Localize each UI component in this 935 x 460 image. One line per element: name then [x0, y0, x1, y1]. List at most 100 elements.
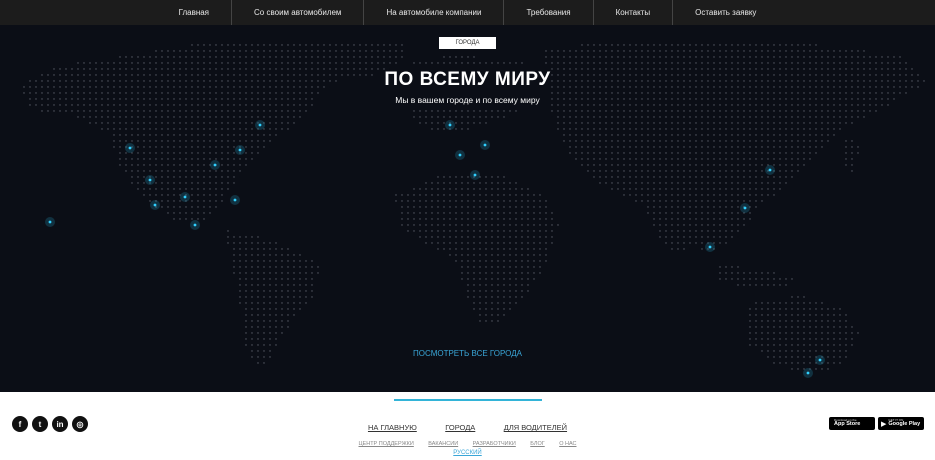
map-dot: [575, 116, 577, 118]
map-dot: [695, 236, 697, 238]
map-dot: [545, 254, 547, 256]
google-play-button[interactable]: ▶ GET IT ON Google Play: [878, 417, 924, 430]
nav-item-contacts[interactable]: Контакты: [594, 0, 674, 25]
app-store-button[interactable]: Download on the App Store: [829, 417, 875, 430]
map-dot: [773, 56, 775, 58]
map-dot: [887, 92, 889, 94]
map-dot: [245, 44, 247, 46]
footer-link-support[interactable]: ЦЕНТР ПОДДЕРЖКИ: [358, 441, 413, 447]
map-dot: [269, 140, 271, 142]
map-dot: [275, 290, 277, 292]
map-dot: [173, 164, 175, 166]
language-selector[interactable]: РУССКИЙ: [0, 450, 935, 456]
map-dot: [815, 332, 817, 334]
map-dot: [587, 122, 589, 124]
map-dot: [263, 242, 265, 244]
map-dot: [317, 92, 319, 94]
map-dot: [479, 206, 481, 208]
map-dot: [71, 92, 73, 94]
map-dot: [173, 50, 175, 52]
nav-item-apply[interactable]: Оставить заявку: [673, 0, 778, 25]
map-dot: [233, 146, 235, 148]
map-dot: [365, 44, 367, 46]
map-dot: [767, 272, 769, 274]
map-dot: [713, 200, 715, 202]
map-dot: [665, 182, 667, 184]
map-dot: [641, 152, 643, 154]
map-dot: [767, 314, 769, 316]
footer-link-about[interactable]: О НАС: [559, 441, 576, 447]
map-dot: [263, 116, 265, 118]
map-dot: [437, 194, 439, 196]
map-dot: [503, 110, 505, 112]
map-dot: [707, 146, 709, 148]
map-dot: [209, 92, 211, 94]
footer-link-home[interactable]: НА ГЛАВНУЮ: [368, 423, 417, 432]
map-dot: [629, 128, 631, 130]
map-dot: [257, 260, 259, 262]
map-dot: [503, 248, 505, 250]
map-dot: [161, 206, 163, 208]
map-dot: [683, 134, 685, 136]
map-dot: [155, 170, 157, 172]
map-dot: [671, 188, 673, 190]
hero-section: ГОРОДА ПО ВСЕМУ МИРУ Мы в вашем городе и…: [0, 25, 935, 392]
map-dot: [611, 134, 613, 136]
map-dot: [377, 50, 379, 52]
map-dot: [47, 92, 49, 94]
footer-link-vacancies[interactable]: ВАКАНСИИ: [428, 441, 458, 447]
map-dot: [419, 188, 421, 190]
map-dot: [305, 266, 307, 268]
map-dot: [701, 188, 703, 190]
map-dot: [635, 170, 637, 172]
map-dot: [167, 146, 169, 148]
footer-link-blog[interactable]: БЛОГ: [530, 441, 544, 447]
map-dot: [515, 182, 517, 184]
map-dot: [659, 236, 661, 238]
map-dot: [785, 134, 787, 136]
map-dot: [671, 212, 673, 214]
map-dot: [515, 224, 517, 226]
map-dot: [677, 224, 679, 226]
map-dot: [299, 272, 301, 274]
map-dot: [815, 314, 817, 316]
map-dot: [167, 92, 169, 94]
map-dot: [329, 56, 331, 58]
map-dot: [791, 50, 793, 52]
map-dot: [605, 182, 607, 184]
nav-item-requirements[interactable]: Требования: [504, 0, 594, 25]
map-dot: [797, 92, 799, 94]
nav-item-company-car[interactable]: На автомобиле компании: [364, 0, 505, 25]
map-dot: [647, 212, 649, 214]
map-dot: [455, 56, 457, 58]
footer-link-cities[interactable]: ГОРОДА: [445, 423, 475, 432]
map-dot: [245, 326, 247, 328]
map-dot: [479, 194, 481, 196]
map-dot: [395, 50, 397, 52]
map-dot: [305, 302, 307, 304]
map-dot: [683, 164, 685, 166]
map-dot: [587, 110, 589, 112]
map-dot: [827, 320, 829, 322]
map-dot: [623, 146, 625, 148]
nav-item-own-car[interactable]: Со своим автомобилем: [232, 0, 365, 25]
map-dot: [731, 110, 733, 112]
map-dot: [575, 92, 577, 94]
map-dot: [701, 56, 703, 58]
map-dot: [719, 278, 721, 280]
map-dot: [761, 326, 763, 328]
map-dot: [821, 320, 823, 322]
map-dot: [377, 56, 379, 58]
footer-link-drivers[interactable]: ДЛЯ ВОДИТЕЛЕЙ: [504, 423, 567, 432]
map-dot: [707, 164, 709, 166]
nav-item-home[interactable]: Главная: [157, 0, 233, 25]
map-dot: [299, 56, 301, 58]
map-dot: [191, 134, 193, 136]
map-dot: [713, 128, 715, 130]
map-dot: [719, 110, 721, 112]
map-dot: [467, 206, 469, 208]
footer-link-developers[interactable]: РАЗРАБОТЧИКИ: [473, 441, 516, 447]
map-dot: [707, 218, 709, 220]
view-all-cities-link[interactable]: ПОСМОТРЕТЬ ВСЕ ГОРОДА: [0, 349, 935, 358]
map-dot: [701, 158, 703, 160]
